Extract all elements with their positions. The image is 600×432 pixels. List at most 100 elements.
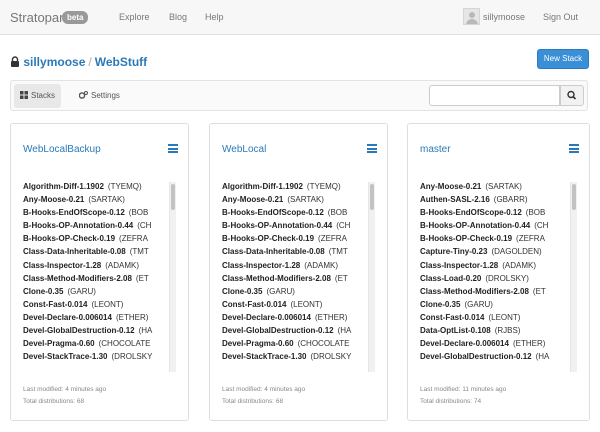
stack-title-link[interactable]: WebLocalBackup (23, 144, 101, 155)
distribution-name: Class-Method-Modifiers-2.08 (23, 273, 132, 283)
total-distributions-text: Total distributions: 68 (222, 398, 284, 405)
list-item[interactable]: Class-Inspector-1.28 (ADAMK) (222, 259, 380, 272)
list-item[interactable]: B-Hooks-EndOfScope-0.12 (BOB (222, 206, 380, 219)
list-item[interactable]: Any-Moose-0.21 (SARTAK) (23, 193, 181, 206)
list-item[interactable]: Authen-SASL-2.16 (GBARR) (420, 193, 578, 206)
list-scrollbar[interactable] (570, 182, 577, 372)
list-item[interactable]: Devel-Declare-0.006014 (ETHER) (23, 311, 181, 324)
list-item[interactable]: Devel-Pragma-0.60 (CHOCOLATE (23, 337, 181, 350)
list-item[interactable]: Class-Data-Inheritable-0.08 (TMT (222, 245, 380, 258)
stack-panel: WebLocalBackup Algorithm-Diff-1.1902 (TYE… (10, 123, 189, 421)
stack-title-link[interactable]: master (420, 144, 451, 155)
scrollbar-thumb[interactable] (572, 184, 576, 210)
distribution-name: Devel-StackTrace-1.30 (23, 352, 108, 362)
new-stack-button[interactable]: New Stack (537, 49, 589, 69)
th-large-icon (20, 91, 28, 99)
nav-link-blog[interactable]: Blog (169, 12, 187, 22)
author-id: (ZEFRA (516, 234, 545, 244)
list-item[interactable]: Class-Method-Modifiers-2.08 (ET (420, 285, 578, 298)
tab-settings[interactable]: Settings (73, 84, 126, 108)
lock-icon (11, 56, 19, 67)
hamburger-menu-icon[interactable] (168, 144, 178, 153)
list-item[interactable]: B-Hooks-OP-Annotation-0.44 (CH (222, 219, 380, 232)
tab-settings-label: Settings (91, 91, 120, 100)
tab-stacks[interactable]: Stacks (14, 84, 62, 108)
list-item[interactable]: Class-Inspector-1.28 (ADAMK) (420, 259, 578, 272)
list-item[interactable]: Data-OptList-0.108 (RJBS) (420, 324, 578, 337)
search-input[interactable] (429, 85, 560, 106)
list-item[interactable]: Clone-0.35 (GARU) (222, 285, 380, 298)
author-id: (DROLSKY (310, 352, 352, 362)
nav-link-explore[interactable]: Explore (119, 12, 150, 22)
distribution-name: Data-OptList-0.108 (420, 326, 491, 336)
list-scrollbar[interactable] (368, 182, 375, 372)
cogs-icon (79, 91, 88, 99)
distribution-list[interactable]: Any-Moose-0.21 (SARTAK) Authen-SASL-2.16 (G… (420, 180, 578, 368)
breadcrumb-user[interactable]: sillymoose (23, 55, 85, 69)
list-item[interactable]: Class-Method-Modifiers-2.08 (ET (222, 272, 380, 285)
list-item[interactable]: B-Hooks-OP-Annotation-0.44 (CH (420, 219, 578, 232)
distribution-list[interactable]: Algorithm-Diff-1.1902 (TYEMQ) Any-Moose-0.… (23, 180, 181, 368)
hamburger-menu-icon[interactable] (569, 144, 579, 153)
nav-link-help[interactable]: Help (205, 12, 224, 22)
list-item[interactable]: Clone-0.35 (GARU) (420, 298, 578, 311)
list-item[interactable]: Devel-Declare-0.006014 (ETHER) (222, 311, 380, 324)
list-item[interactable]: Devel-GlobalDestruction-0.12 (HA (420, 350, 578, 363)
list-item[interactable]: Any-Moose-0.21 (SARTAK) (222, 193, 380, 206)
list-item[interactable]: Devel-StackTrace-1.30 (DROLSKY (23, 350, 181, 363)
search-button[interactable] (560, 85, 584, 106)
list-item[interactable]: Class-Inspector-1.28 (ADAMK) (23, 259, 181, 272)
author-id: (HA (138, 326, 153, 336)
distribution-name: B-Hooks-OP-Check-0.19 (23, 234, 116, 244)
distribution-name: Const-Fast-0.014 (222, 299, 287, 309)
distribution-name: Class-Data-Inheritable-0.08 (222, 247, 325, 257)
author-id: (TYEMQ) (306, 182, 341, 191)
distribution-list[interactable]: Algorithm-Diff-1.1902 (TYEMQ) Any-Moose-0.… (222, 180, 380, 368)
list-item[interactable]: Devel-Declare-0.006014 (ETHER) (420, 337, 578, 350)
list-scrollbar[interactable] (169, 182, 176, 372)
author-id: (HA (337, 326, 352, 336)
list-item[interactable]: B-Hooks-OP-Check-0.19 (ZEFRA (420, 232, 578, 245)
hamburger-menu-icon[interactable] (367, 144, 377, 153)
list-item[interactable]: B-Hooks-OP-Check-0.19 (ZEFRA (23, 232, 181, 245)
list-item[interactable]: Const-Fast-0.014 (LEONT) (23, 298, 181, 311)
list-item[interactable]: Algorithm-Diff-1.1902 (TYEMQ) (23, 180, 181, 193)
list-item[interactable]: Algorithm-Diff-1.1902 (TYEMQ) (222, 180, 380, 193)
distribution-name: Class-Load-0.20 (420, 273, 482, 283)
distribution-name: B-Hooks-OP-Check-0.19 (420, 234, 513, 244)
list-item[interactable]: B-Hooks-EndOfScope-0.12 (BOB (23, 206, 181, 219)
stack-title-link[interactable]: WebLocal (222, 144, 266, 155)
list-item[interactable]: Class-Load-0.20 (DROLSKY) (420, 272, 578, 285)
brand-logo[interactable]: Stratopan (10, 10, 66, 25)
author-id: (CH (137, 221, 152, 231)
distribution-name: Class-Inspector-1.28 (420, 260, 499, 270)
list-item[interactable]: Devel-GlobalDestruction-0.12 (HA (222, 324, 380, 337)
author-id: (ETHER) (512, 339, 546, 349)
author-id: (LEONT) (91, 299, 124, 309)
list-item[interactable]: Const-Fast-0.014 (LEONT) (420, 311, 578, 324)
scrollbar-thumb[interactable] (370, 184, 374, 210)
list-item[interactable]: Devel-StackTrace-1.30 (DROLSKY (222, 350, 380, 363)
scrollbar-thumb[interactable] (171, 184, 175, 210)
stack-panel: master Any-Moose-0.21 (SARTAK) Authen-SASL… (407, 123, 590, 421)
author-id: (CH (336, 221, 351, 231)
list-item[interactable]: Class-Method-Modifiers-2.08 (ET (23, 272, 181, 285)
author-id: (ADAMK) (105, 260, 140, 270)
list-item[interactable]: Capture-Tiny-0.23 (DAGOLDEN) (420, 245, 578, 258)
list-item[interactable]: Class-Data-Inheritable-0.08 (TMT (23, 245, 181, 258)
author-id: (LEONT) (488, 312, 521, 322)
list-item[interactable]: Devel-GlobalDestruction-0.12 (HA (23, 324, 181, 337)
breadcrumb-repo[interactable]: WebStuff (95, 55, 147, 69)
list-item[interactable]: Clone-0.35 (GARU) (23, 285, 181, 298)
distribution-name: Devel-GlobalDestruction-0.12 (222, 326, 334, 336)
list-item[interactable]: Devel-Pragma-0.60 (CHOCOLATE (222, 337, 380, 350)
list-item[interactable]: Const-Fast-0.014 (LEONT) (222, 298, 380, 311)
avatar (463, 8, 480, 25)
sign-out-link[interactable]: Sign Out (543, 12, 578, 22)
author-id: (TYEMQ) (107, 182, 142, 191)
list-item[interactable]: B-Hooks-OP-Check-0.19 (ZEFRA (222, 232, 380, 245)
list-item[interactable]: B-Hooks-EndOfScope-0.12 (BOB (420, 206, 578, 219)
list-item[interactable]: Any-Moose-0.21 (SARTAK) (420, 180, 578, 193)
author-id: (GARU) (464, 299, 493, 309)
list-item[interactable]: B-Hooks-OP-Annotation-0.44 (CH (23, 219, 181, 232)
